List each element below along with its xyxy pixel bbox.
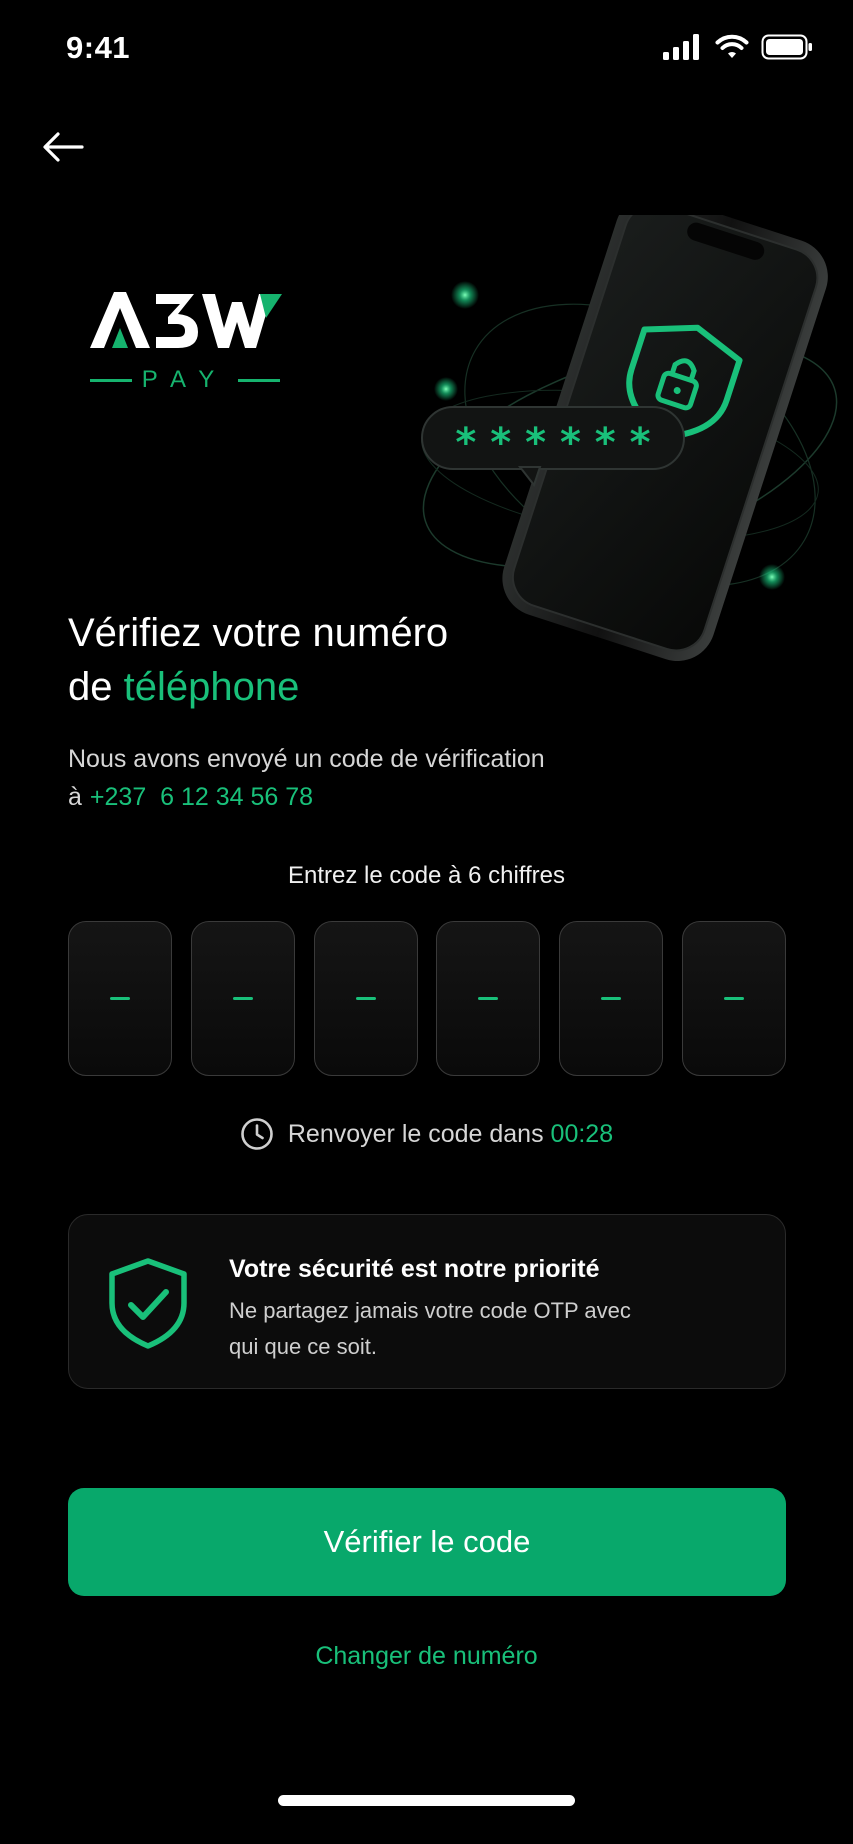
page-title: Vérifiez votre numéro de téléphone	[68, 606, 628, 714]
logo-sub: PAY	[90, 366, 280, 394]
title-accent: téléphone	[123, 665, 300, 709]
logo-line-left	[90, 378, 132, 382]
otp-digit-5[interactable]	[559, 921, 664, 1076]
phone-number-line: à +237 6 12 34 56 78	[68, 782, 313, 812]
subtitle-text: Nous avons envoyé un code de vérificatio…	[68, 745, 545, 773]
logo-pay-text: PAY	[141, 366, 229, 393]
phone-prefix: à	[68, 783, 82, 811]
signal-icon	[663, 34, 699, 60]
logo-line-right	[238, 378, 280, 382]
status-bar: 9:41	[0, 0, 853, 100]
title-line-2: de téléphone	[68, 660, 628, 714]
otp-placeholder-dash	[232, 997, 253, 1000]
otp-placeholder-dash	[355, 997, 376, 1000]
verify-code-button[interactable]: Vérifier le code	[68, 1488, 786, 1596]
security-title: Votre sécurité est notre priorité	[229, 1255, 600, 1283]
status-icons	[663, 34, 813, 60]
title-prefix: de	[68, 665, 124, 709]
resend-countdown: 00:28	[550, 1119, 614, 1148]
clock-icon	[241, 1118, 273, 1150]
otp-digit-4[interactable]	[436, 921, 541, 1076]
resend-text: Renvoyer le code dans 00:28	[288, 1120, 613, 1149]
masked-code-text: * * * * * *	[455, 420, 650, 466]
battery-icon	[761, 34, 812, 60]
otp-placeholder-dash	[601, 997, 622, 1000]
back-button[interactable]	[38, 122, 88, 172]
phone-number: +237 6 12 34 56 78	[89, 783, 314, 811]
title-line-1: Vérifiez votre numéro	[68, 611, 449, 655]
brand-logo: PAY	[90, 290, 290, 393]
otp-digit-3[interactable]	[313, 921, 418, 1076]
otp-digit-1[interactable]	[68, 921, 172, 1076]
wifi-icon	[715, 34, 749, 58]
status-time: 9:41	[66, 30, 131, 65]
otp-digit-6[interactable]	[681, 921, 786, 1076]
change-number-link[interactable]: Changer de numéro	[0, 1642, 853, 1671]
otp-input-group	[68, 921, 786, 1076]
security-body: Ne partagez jamais votre code OTP avec q…	[229, 1298, 631, 1359]
logo-wordmark	[90, 292, 282, 348]
otp-placeholder-dash	[723, 997, 744, 1000]
shield-check-icon	[109, 1258, 187, 1349]
security-notice-card: Votre sécurité est notre priorité Ne par…	[68, 1214, 786, 1389]
resend-timer: Renvoyer le code dans 00:28	[0, 1117, 853, 1151]
otp-placeholder-dash	[478, 997, 499, 1000]
otp-digit-2[interactable]	[190, 921, 295, 1076]
resend-label: Renvoyer le code dans	[287, 1119, 544, 1148]
arrow-left-icon	[43, 132, 84, 162]
otp-placeholder-dash	[110, 997, 130, 1000]
home-indicator[interactable]	[278, 1795, 575, 1806]
otp-label: Entrez le code à 6 chiffres	[287, 862, 566, 889]
